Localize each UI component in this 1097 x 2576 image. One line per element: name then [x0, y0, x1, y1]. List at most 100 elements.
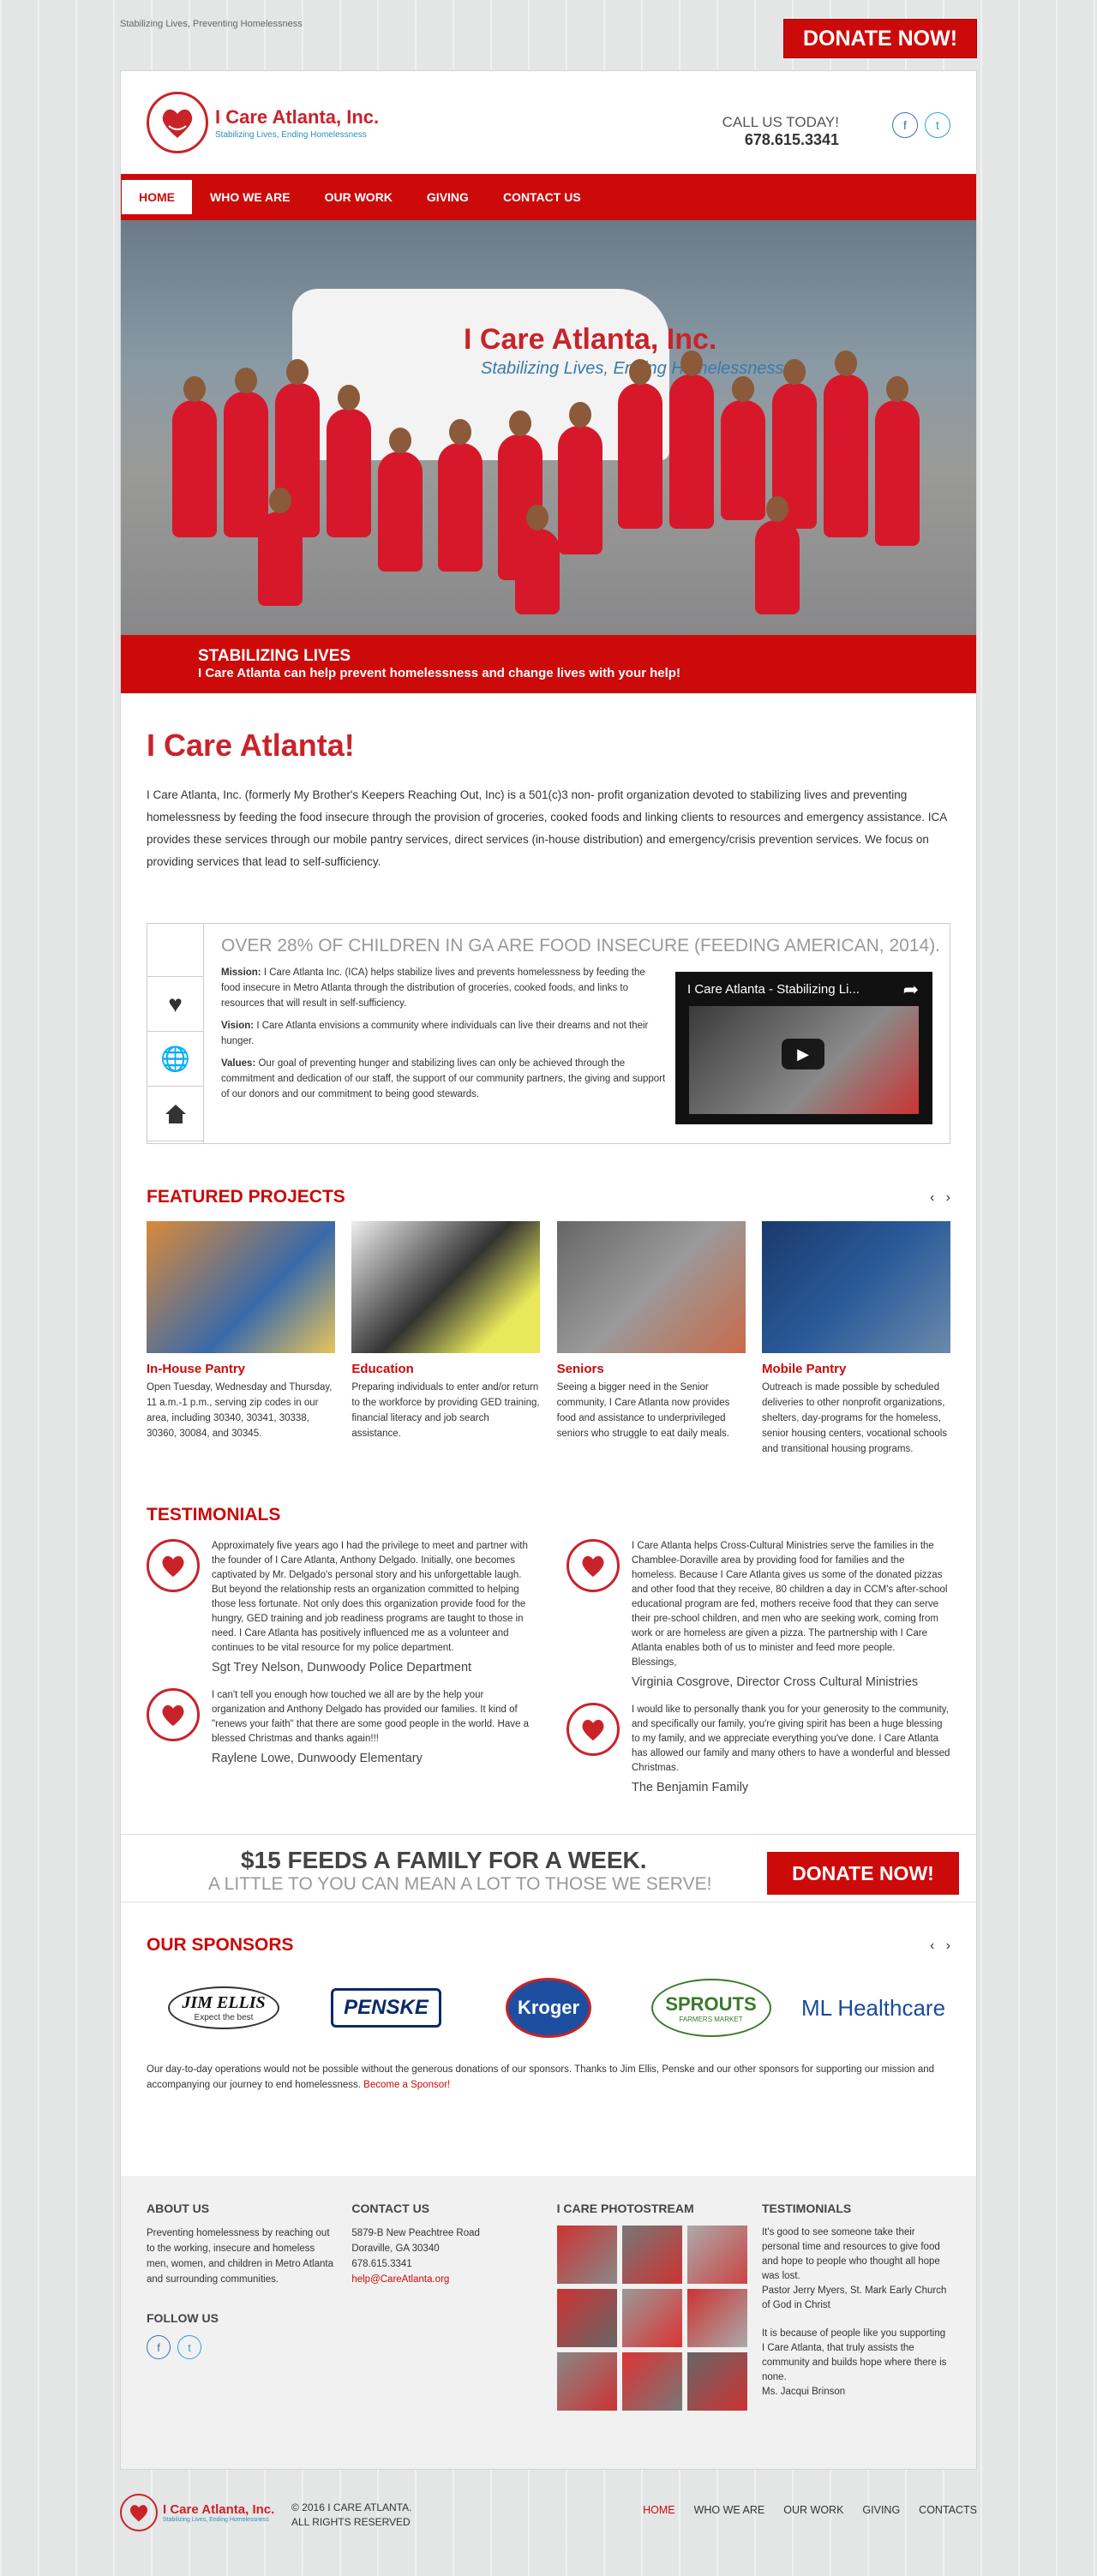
testimonial: I would like to personally thank you for…	[566, 1703, 950, 1794]
site-logo[interactable]: I Care Atlanta, Inc. Stabilizing Lives, …	[147, 92, 379, 153]
footer-logo[interactable]: I Care Atlanta, Inc. Stabilizing Lives, E…	[120, 2494, 274, 2531]
copyright: © 2016 I CARE ATLANTA. ALL RIGHTS RESERVE…	[291, 2501, 412, 2528]
project-image	[761, 1221, 950, 1353]
photo-thumb[interactable]	[686, 2289, 747, 2347]
photo-thumb[interactable]	[556, 2289, 617, 2347]
testimonial-author: The Benjamin Family	[632, 1781, 749, 1794]
sponsor-ml-healthcare[interactable]: ML Healthcare	[796, 1978, 950, 2038]
project-text: Outreach is made possible by scheduled d…	[761, 1382, 948, 1454]
twitter-icon[interactable]: t	[925, 112, 950, 138]
photo-thumb[interactable]	[556, 2226, 617, 2284]
carousel-arrows: ‹ ›	[930, 1938, 950, 1954]
chevron-left-icon[interactable]: ‹	[930, 1190, 934, 1205]
testimonials-section: TESTIMONIALS Approximately five years ag…	[121, 1505, 976, 1808]
project-title[interactable]: Mobile Pantry	[762, 1362, 950, 1376]
footer-nav-our-work[interactable]: OUR WORK	[783, 2504, 843, 2516]
testimonial-author: Sgt Trey Nelson, Dunwoody Police Departm…	[212, 1661, 472, 1674]
project-text: Open Tuesday, Wednesday and Thursday, 11…	[147, 1382, 333, 1439]
video-embed[interactable]: I Care Atlanta - Stabilizing Li... ➦ ▶	[675, 972, 932, 1124]
become-sponsor-link[interactable]: Become a Sponsor!	[363, 2080, 450, 2090]
footer-nav-contacts[interactable]: CONTACTS	[919, 2504, 977, 2516]
sponsor-kroger[interactable]: Kroger	[471, 1978, 626, 2038]
sponsor-jim-ellis[interactable]: JIM ELLIS Expect the best	[147, 1978, 301, 2038]
footer-nav-home[interactable]: HOME	[643, 2504, 675, 2516]
photo-thumb[interactable]	[686, 2226, 747, 2284]
values-paragraph: Values: Our goal of preventing hunger an…	[221, 1058, 666, 1099]
email-link[interactable]: help@CareAtlanta.org	[351, 2272, 540, 2287]
caption-title: STABILIZING LIVES	[198, 647, 351, 665]
heart-logo-icon	[147, 1539, 200, 1592]
project-card[interactable]: Mobile Pantry Outreach is made possible …	[761, 1221, 950, 1457]
photo-thumb[interactable]	[686, 2352, 747, 2411]
facebook-icon[interactable]: f	[147, 2335, 171, 2359]
project-image	[351, 1221, 541, 1353]
nav-giving[interactable]: GIVING	[410, 174, 486, 220]
vision-paragraph: Vision: I Care Atlanta envisions a commu…	[221, 1021, 649, 1046]
globe-icon[interactable]: 🌐	[147, 1032, 203, 1087]
sponsors-title: OUR SPONSORS	[147, 1935, 294, 1955]
footer-nav-giving[interactable]: GIVING	[862, 2504, 900, 2516]
volunteers-group	[155, 350, 926, 623]
heart-icon[interactable]: ♥	[147, 977, 203, 1032]
photo-thumb[interactable]	[621, 2352, 682, 2411]
heart-logo-icon	[120, 2494, 158, 2531]
photo-thumb[interactable]	[621, 2226, 682, 2284]
project-text: Seeing a bigger need in the Senior commu…	[556, 1382, 730, 1439]
facebook-icon[interactable]: f	[892, 112, 918, 138]
project-title[interactable]: In-House Pantry	[147, 1362, 335, 1376]
sponsor-sprouts[interactable]: SPROUTS FARMERS MARKET	[634, 1978, 788, 2038]
footer-nav: HOME WHO WE ARE OUR WORK GIVING CONTACTS	[643, 2504, 977, 2516]
chevron-right-icon[interactable]: ›	[946, 1190, 950, 1205]
home-icon[interactable]	[147, 1087, 203, 1141]
chevron-left-icon[interactable]: ‹	[930, 1938, 934, 1953]
footer-testimonials: TESTIMONIALS It's good to see someone ta…	[761, 2202, 947, 2397]
footer-nav-who-we-are[interactable]: WHO WE ARE	[694, 2504, 765, 2516]
testimonial: I Care Atlanta helps Cross-Cultural Mini…	[566, 1539, 950, 1689]
heart-hands-logo-icon	[147, 92, 208, 153]
donate-button[interactable]: DONATE NOW!	[783, 19, 977, 58]
testimonial-text: I Care Atlanta helps Cross-Cultural Mini…	[632, 1541, 948, 1668]
footer-photostream: I CARE PHOTOSTREAM	[556, 2202, 747, 2469]
intro-text: I Care Atlanta, Inc. (formerly My Brothe…	[147, 788, 947, 868]
project-title[interactable]: Seniors	[557, 1362, 746, 1376]
footer-contact: CONTACT US 5879-B New Peachtree Road Dor…	[351, 2202, 540, 2469]
testimonial: I can't tell you enough how touched we a…	[147, 1688, 531, 1765]
feeds-headline: $15 FEEDS A FAMILY FOR A WEEK.	[241, 1847, 647, 1873]
hero-caption: STABILIZING LIVES I Care Atlanta can hel…	[121, 635, 976, 693]
footer-about: ABOUT US Preventing homelessness by reac…	[147, 2202, 335, 2469]
heart-logo-icon	[566, 1703, 620, 1756]
donation-banner: $15 FEEDS A FAMILY FOR A WEEK. A LITTLE …	[121, 1834, 976, 1902]
sponsors-section: OUR SPONSORS ‹ › JIM ELLIS Expect the bes…	[121, 1935, 976, 2093]
nav-contact-us[interactable]: CONTACT US	[486, 174, 598, 220]
photo-thumb[interactable]	[621, 2289, 682, 2347]
testimonial-author: Virginia Cosgrove, Director Cross Cultur…	[632, 1675, 919, 1689]
heart-logo-icon	[566, 1539, 620, 1592]
project-card[interactable]: Education Preparing individuals to enter…	[351, 1221, 541, 1457]
project-card[interactable]: Seniors Seeing a bigger need in the Seni…	[556, 1221, 746, 1457]
testimonial-text: I would like to personally thank you for…	[632, 1704, 950, 1773]
project-card[interactable]: In-House Pantry Open Tuesday, Wednesday …	[147, 1221, 335, 1457]
van-text: I Care Atlanta, Inc.	[464, 323, 717, 356]
call-label: CALL US TODAY!	[722, 114, 839, 130]
featured-projects: FEATURED PROJECTS ‹ › In-House Pantry Op…	[121, 1187, 976, 1457]
photo-thumb[interactable]	[556, 2352, 617, 2411]
donate-button[interactable]: DONATE NOW!	[767, 1852, 959, 1895]
nav-home[interactable]: HOME	[121, 179, 193, 215]
play-icon[interactable]: ▶	[782, 1039, 824, 1069]
nav-our-work[interactable]: OUR WORK	[308, 174, 410, 220]
sponsor-penske[interactable]: PENSKE	[309, 1978, 464, 2038]
share-icon[interactable]: ➦	[903, 979, 919, 1001]
hero-image: I Care Atlanta, Inc. Stabilizing Lives, …	[121, 220, 976, 635]
caption-subtitle: I Care Atlanta can help prevent homeless…	[198, 666, 680, 680]
call-us: CALL US TODAY! 678.615.3341	[722, 114, 839, 149]
feeds-subline: A LITTLE TO YOU CAN MEAN A LOT TO THOSE …	[208, 1874, 712, 1894]
intro-title: I Care Atlanta!	[147, 728, 355, 763]
mission-headline: OVER 28% OF CHILDREN IN GA ARE FOOD INSE…	[221, 936, 941, 956]
nav-who-we-are[interactable]: WHO WE ARE	[193, 174, 308, 220]
project-title[interactable]: Education	[351, 1362, 540, 1376]
top-tagline: Stabilizing Lives, Preventing Homelessne…	[120, 19, 303, 29]
phone-number[interactable]: 678.615.3341	[722, 131, 839, 149]
twitter-icon[interactable]: t	[177, 2335, 201, 2359]
chevron-right-icon[interactable]: ›	[946, 1938, 950, 1953]
carousel-arrows: ‹ ›	[930, 1190, 950, 1206]
